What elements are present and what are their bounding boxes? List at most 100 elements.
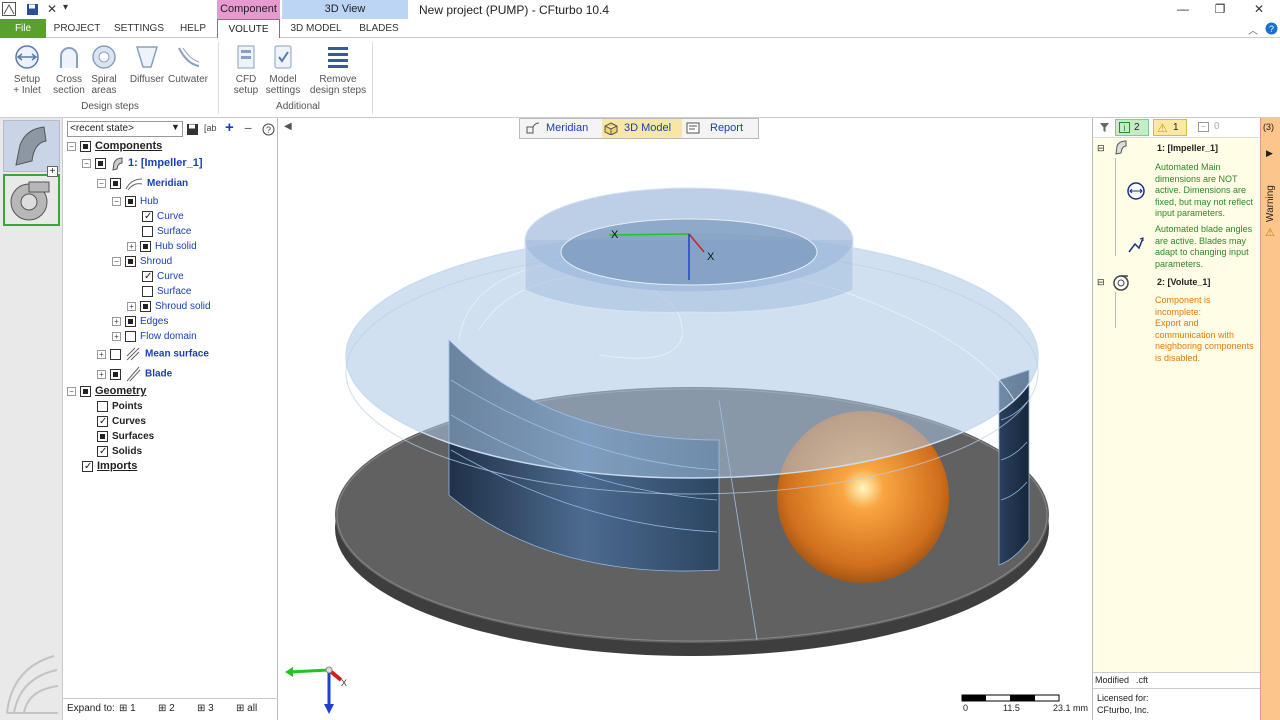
model-settings-button[interactable]: Model settings <box>265 44 301 96</box>
tab-blades[interactable]: BLADES <box>354 19 404 38</box>
tab-file[interactable]: File <box>0 19 46 38</box>
collapse-ribbon-icon[interactable]: ︿ <box>1248 22 1258 37</box>
model-tree-panel: <recent state> ▼ [ab + − ? − Components −… <box>63 118 278 720</box>
tree-node-points[interactable]: Points <box>97 399 143 414</box>
tab-meridian[interactable]: Meridian <box>526 119 600 138</box>
axis-label-x2: X <box>707 251 715 263</box>
tab-report[interactable]: Report <box>686 119 756 138</box>
tree-node-shroud[interactable]: − Shroud <box>112 254 172 269</box>
other-filter-button[interactable]: − 0 <box>1195 119 1223 136</box>
maximize-button[interactable]: ❐ <box>1205 2 1235 16</box>
expand-level-2[interactable]: ⊞ 2 <box>158 699 175 719</box>
warning-side-tab[interactable]: (3) ▶ Warning ⚠ <box>1260 118 1280 720</box>
collapse-box-icon: − <box>1198 122 1209 132</box>
meridian-icon <box>125 178 143 190</box>
tree-node-hub[interactable]: − Hub <box>112 194 158 209</box>
context-group-component: Component <box>217 0 280 19</box>
remove-design-steps-label2: design steps <box>309 85 367 96</box>
tree-node-hub-solid[interactable]: + Hub solid <box>127 239 197 254</box>
recent-state-select[interactable]: <recent state> <box>67 121 183 137</box>
cfd-setup-button[interactable]: CFD setup <box>230 44 262 96</box>
tree-node-shroud-curve[interactable]: Curve <box>142 269 184 284</box>
impeller-component-button[interactable] <box>3 120 60 172</box>
title-bar: ✕ ▾ Component 3D View New project (PUMP)… <box>0 0 1280 19</box>
diffuser-icon <box>135 46 159 68</box>
tab-3d-model-view[interactable]: 3D Model <box>602 119 682 138</box>
impeller-msg-icon <box>1115 140 1127 155</box>
tree-node-components[interactable]: − Components <box>67 139 162 154</box>
collapse-impeller-messages[interactable]: ⊟ <box>1097 143 1105 154</box>
diffuser-button[interactable]: Diffuser <box>128 44 166 85</box>
axis-label-x1: X <box>611 229 619 241</box>
cfd-setup-label1: CFD <box>235 74 257 85</box>
volute-component-button[interactable] <box>3 174 60 226</box>
quick-access-dropdown-icon[interactable]: ▾ <box>63 2 68 13</box>
view-tabs: Meridian 3D Model Report <box>519 118 759 139</box>
minimize-button[interactable]: — <box>1168 2 1198 16</box>
help-circle-icon[interactable]: ? <box>262 123 275 136</box>
impeller-small-icon <box>112 156 123 171</box>
impeller-icon <box>15 126 47 166</box>
expand-level-3[interactable]: ⊞ 3 <box>197 699 214 719</box>
remove-icon[interactable]: − <box>244 120 252 136</box>
cross-section-button[interactable]: Cross section <box>50 44 88 96</box>
close-project-icon[interactable]: ✕ <box>47 2 57 16</box>
3d-viewport[interactable]: ◀ Meridian 3D Model Report X X X 0 11.5 … <box>279 118 1091 720</box>
warning-filter-button[interactable]: ⚠ 1 <box>1153 119 1187 136</box>
tree-node-impeller[interactable]: −1: [Impeller_1] <box>82 156 203 171</box>
add-component-icon[interactable]: + <box>47 166 58 177</box>
ribbon-tab-bar: File PROJECT SETTINGS HELP VOLUTE 3D MOD… <box>0 19 1280 39</box>
tree-node-blade[interactable]: + Blade <box>97 366 172 382</box>
tree-node-flow-domain[interactable]: + Flow domain <box>112 329 197 344</box>
tree-node-surfaces[interactable]: Surfaces <box>97 429 154 444</box>
tree-node-edges[interactable]: + Edges <box>112 314 168 329</box>
scale-min: 0 <box>963 703 969 713</box>
save-state-icon[interactable] <box>186 123 199 136</box>
tree-node-shroud-surface[interactable]: Surface <box>142 284 191 299</box>
tree-node-shroud-solid[interactable]: + Shroud solid <box>127 299 211 314</box>
expand-right-icon[interactable]: ▶ <box>1266 148 1273 159</box>
tab-project[interactable]: PROJECT <box>50 19 104 38</box>
remove-design-steps-button[interactable]: Remove design steps <box>308 44 368 96</box>
close-window-button[interactable]: ✕ <box>1244 2 1274 16</box>
collapse-left-icon[interactable]: ◀ <box>284 121 292 132</box>
model-settings-icon <box>274 45 292 69</box>
cutwater-button[interactable]: Cutwater <box>167 44 209 85</box>
save-icon[interactable] <box>26 3 39 16</box>
ribbon-separator <box>218 42 219 114</box>
filter-icon[interactable] <box>1099 122 1110 133</box>
tree-node-solids[interactable]: Solids <box>97 444 142 459</box>
collapse-volute-messages[interactable]: ⊟ <box>1097 277 1105 288</box>
tree-node-hub-curve[interactable]: Curve <box>142 209 184 224</box>
expand-level-all[interactable]: ⊞ all <box>236 699 257 719</box>
tab-3d-model[interactable]: 3D MODEL <box>284 19 348 38</box>
tree-node-imports[interactable]: Imports <box>82 459 137 474</box>
help-icon[interactable]: ? <box>1265 22 1278 35</box>
model-settings-label1: Model <box>269 74 297 85</box>
tree-connector-line <box>1115 158 1116 256</box>
tree-node-meridian[interactable]: − Meridian <box>97 176 188 191</box>
tab-help[interactable]: HELP <box>174 19 212 38</box>
setup-inlet-button[interactable]: Setup + Inlet <box>6 44 48 96</box>
dimensions-fixed-icon <box>1127 182 1145 200</box>
setup-inlet-label1: Setup <box>13 74 41 85</box>
tab-settings[interactable]: SETTINGS <box>110 19 168 38</box>
tab-volute[interactable]: VOLUTE <box>217 19 280 39</box>
scale-mid: 11.5 <box>1003 703 1020 713</box>
info-filter-button[interactable]: i 2 <box>1115 119 1149 136</box>
tree-node-curves[interactable]: Curves <box>97 414 146 429</box>
chevron-down-icon[interactable]: ▼ <box>171 122 180 132</box>
tree-node-mean-surface[interactable]: + Mean surface <box>97 346 209 361</box>
text-label-icon[interactable]: [ab <box>204 123 217 133</box>
info-icon: i <box>1119 122 1130 133</box>
svg-text:?: ? <box>1269 24 1274 34</box>
model-settings-label2: settings <box>265 85 301 96</box>
add-icon[interactable]: + <box>225 119 234 136</box>
tree-node-geometry[interactable]: − Geometry <box>67 384 146 399</box>
tree-node-hub-surface[interactable]: Surface <box>142 224 191 239</box>
spiral-areas-button[interactable]: Spiral areas <box>86 44 122 96</box>
spiral-areas-icon <box>92 45 116 69</box>
expand-level-1[interactable]: ⊞ 1 <box>119 699 136 719</box>
message-component-incomplete: Component is incomplete: <box>1155 295 1211 317</box>
cfd-setup-label2: setup <box>233 85 259 96</box>
